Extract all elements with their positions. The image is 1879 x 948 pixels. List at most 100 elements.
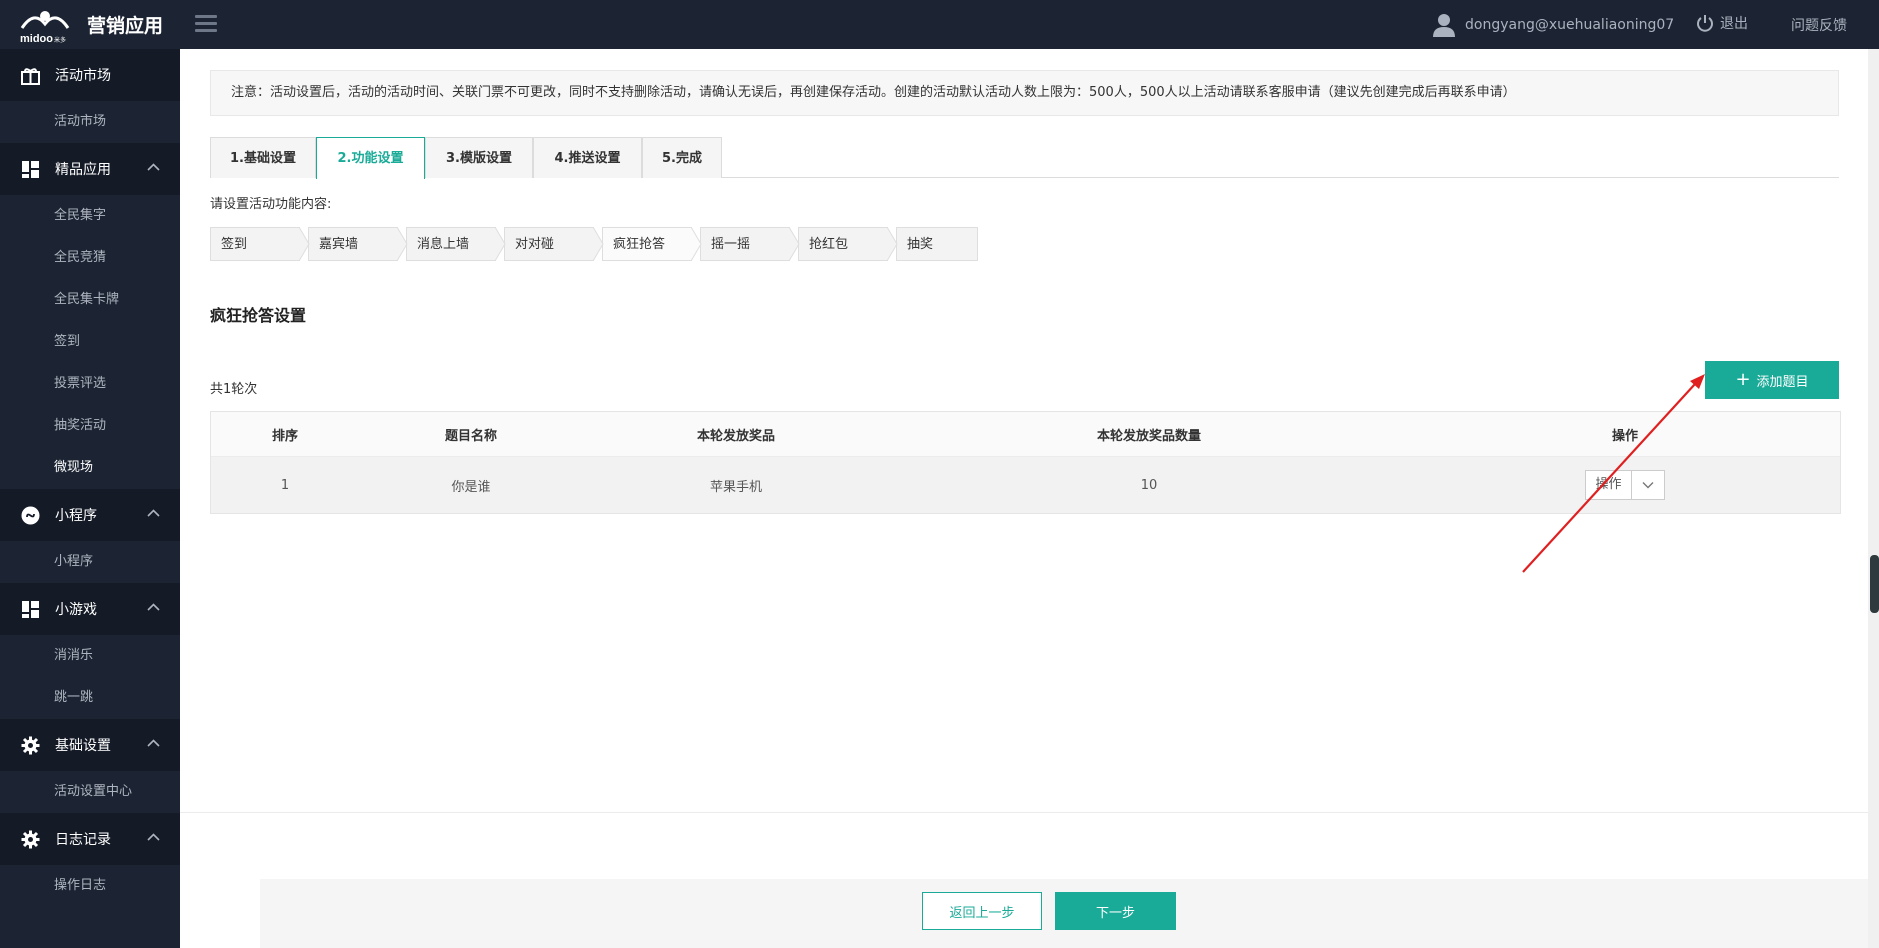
cell-question-name: 你是谁 (451, 479, 491, 495)
sidebar-group-premium-apps[interactable]: 精品应用 (0, 143, 180, 195)
step-guest-wall[interactable]: 嘉宾墙 (308, 227, 398, 261)
logout-button[interactable]: 退出 (1695, 13, 1748, 33)
sidebar-item-signin[interactable]: 签到 (0, 321, 180, 363)
cell-order: 1 (280, 477, 290, 493)
cell-prize: 苹果手机 (709, 479, 762, 495)
cell-prize-qty: 10 (1140, 477, 1158, 493)
app-title: 营销应用 (87, 15, 164, 37)
action-dropdown-label: 操作 (1586, 471, 1632, 499)
sidebar-group-basic-settings[interactable]: 基础设置 (0, 719, 180, 771)
step-shake[interactable]: 摇一摇 (700, 227, 790, 261)
plus-icon: + (1735, 369, 1751, 390)
header-prize: 本轮发放奖品 (696, 428, 775, 444)
sidebar-item-vote[interactable]: 投票评选 (0, 363, 180, 405)
sidebar-group-label: 小程序 (55, 508, 97, 524)
sidebar-group-label: 基础设置 (55, 738, 111, 754)
sidebar-item-operation-log[interactable]: 操作日志 (0, 865, 180, 907)
questions-table: 排序 题目名称 本轮发放奖品 本轮发放奖品数量 操作 1 你是谁 苹果手机 10… (210, 411, 1841, 514)
cell-action: 操作 (1409, 457, 1841, 513)
chevron-up-icon (147, 509, 160, 517)
step-message-wall[interactable]: 消息上墙 (406, 227, 496, 261)
sidebar-group-logs[interactable]: 日志记录 (0, 813, 180, 865)
sidebar-group-mini-games[interactable]: 小游戏 (0, 583, 180, 635)
top-bar: midoo 米多 营销应用 dongyang@xuehualiaoning07 … (0, 0, 1879, 49)
logout-label: 退出 (1720, 16, 1748, 32)
apps-icon (22, 160, 39, 178)
section-title: 疯狂抢答设置 (210, 306, 307, 325)
sidebar-group-label: 精品应用 (55, 162, 111, 178)
tab-template-settings[interactable]: 3.模版设置 (425, 137, 533, 178)
main-content: 注意：活动设置后，活动的活动时间、关联门票不可更改，同时不支持删除活动，请确认无… (180, 49, 1868, 948)
gear-icon (21, 830, 40, 848)
step-chevron-icon (397, 227, 408, 261)
sidebar-item-jump[interactable]: 跳一跳 (0, 677, 180, 719)
round-count: 共1轮次 (210, 382, 258, 397)
step-chevron-icon (887, 227, 898, 261)
action-dropdown[interactable]: 操作 (1585, 470, 1665, 500)
grid-icon (21, 67, 40, 85)
step-chevron-icon (495, 227, 506, 261)
sidebar: 活动市场 活动市场 精品应用 全民集字 全民竞猜 全民集卡牌 签到 投票评选 抽… (0, 49, 180, 948)
chevron-up-icon (147, 739, 160, 747)
sidebar-group-mini-program[interactable]: 小程序 (0, 489, 180, 541)
chevron-up-icon (147, 163, 160, 171)
step-chevron-icon (691, 227, 702, 261)
sidebar-group-label: 小游戏 (55, 602, 97, 618)
page-scrollbar[interactable] (1868, 49, 1879, 948)
sidebar-group-activity-market[interactable]: 活动市场 (0, 49, 180, 101)
step-red-packet[interactable]: 抢红包 (798, 227, 888, 261)
back-button[interactable]: 返回上一步 (922, 892, 1042, 930)
sidebar-item-activity-market[interactable]: 活动市场 (0, 101, 180, 143)
tab-push-settings[interactable]: 4.推送设置 (533, 137, 642, 178)
sidebar-item-card-collect[interactable]: 全民集卡牌 (0, 279, 180, 321)
add-question-label: 添加题目 (1756, 374, 1809, 390)
sidebar-item-activity-settings-center[interactable]: 活动设置中心 (0, 771, 180, 813)
sidebar-item-lottery[interactable]: 抽奖活动 (0, 405, 180, 447)
header-prize-qty: 本轮发放奖品数量 (1096, 428, 1201, 444)
sidebar-item-mini-program[interactable]: 小程序 (0, 541, 180, 583)
apps-icon (22, 600, 39, 618)
scrollbar-handle[interactable] (1870, 555, 1879, 613)
step-chevron-icon (593, 227, 604, 261)
header-order: 排序 (271, 428, 298, 444)
sidebar-group-label: 活动市场 (55, 68, 111, 84)
notice-banner: 注意：活动设置后，活动的活动时间、关联门票不可更改，同时不支持删除活动，请确认无… (210, 70, 1839, 116)
header-action: 操作 (1611, 428, 1638, 444)
step-quiz[interactable]: 疯狂抢答 (602, 227, 692, 261)
table-header: 排序 题目名称 本轮发放奖品 本轮发放奖品数量 操作 (211, 412, 1840, 457)
user-email: dongyang@xuehualiaoning07 (1465, 17, 1675, 33)
chevron-down-icon[interactable] (1632, 471, 1664, 499)
step-lottery[interactable]: 抽奖 (896, 227, 978, 261)
menu-toggle-icon[interactable] (195, 15, 217, 33)
miniprogram-icon (21, 506, 40, 524)
sidebar-item-word-collect[interactable]: 全民集字 (0, 195, 180, 237)
header-question-name: 题目名称 (444, 428, 497, 444)
step-chevron-icon (299, 227, 310, 261)
setup-tabs: 1.基础设置 2.功能设置 3.模版设置 4.推送设置 5.完成 (210, 137, 1839, 179)
feedback-link[interactable]: 问题反馈 (1791, 15, 1847, 35)
gear-icon (21, 736, 40, 754)
svg-text:midoo: midoo (20, 33, 53, 45)
sidebar-item-match3[interactable]: 消消乐 (0, 635, 180, 677)
user-icon (1433, 14, 1455, 37)
function-label: 请设置活动功能内容: (210, 197, 332, 212)
divider (180, 812, 1868, 813)
table-row: 1 你是谁 苹果手机 10 操作 (211, 457, 1840, 513)
sidebar-item-micro-live[interactable]: 微现场 (0, 447, 180, 489)
tab-function-settings[interactable]: 2.功能设置 (316, 137, 425, 179)
midoo-logo: midoo 米多 (18, 6, 72, 46)
svg-text:米多: 米多 (54, 36, 66, 44)
add-question-button[interactable]: + 添加题目 (1705, 361, 1839, 399)
sidebar-group-label: 日志记录 (55, 832, 111, 848)
step-match[interactable]: 对对碰 (504, 227, 594, 261)
step-signin[interactable]: 签到 (210, 227, 300, 261)
sidebar-item-guess[interactable]: 全民竞猜 (0, 237, 180, 279)
user-account[interactable]: dongyang@xuehualiaoning07 (1433, 13, 1674, 37)
tab-basic-settings[interactable]: 1.基础设置 (210, 137, 316, 178)
step-chevron-icon (789, 227, 800, 261)
power-icon (1697, 15, 1713, 32)
next-button[interactable]: 下一步 (1055, 892, 1176, 930)
chevron-up-icon (147, 603, 160, 611)
tab-finish[interactable]: 5.完成 (642, 137, 722, 178)
chevron-up-icon (147, 833, 160, 841)
